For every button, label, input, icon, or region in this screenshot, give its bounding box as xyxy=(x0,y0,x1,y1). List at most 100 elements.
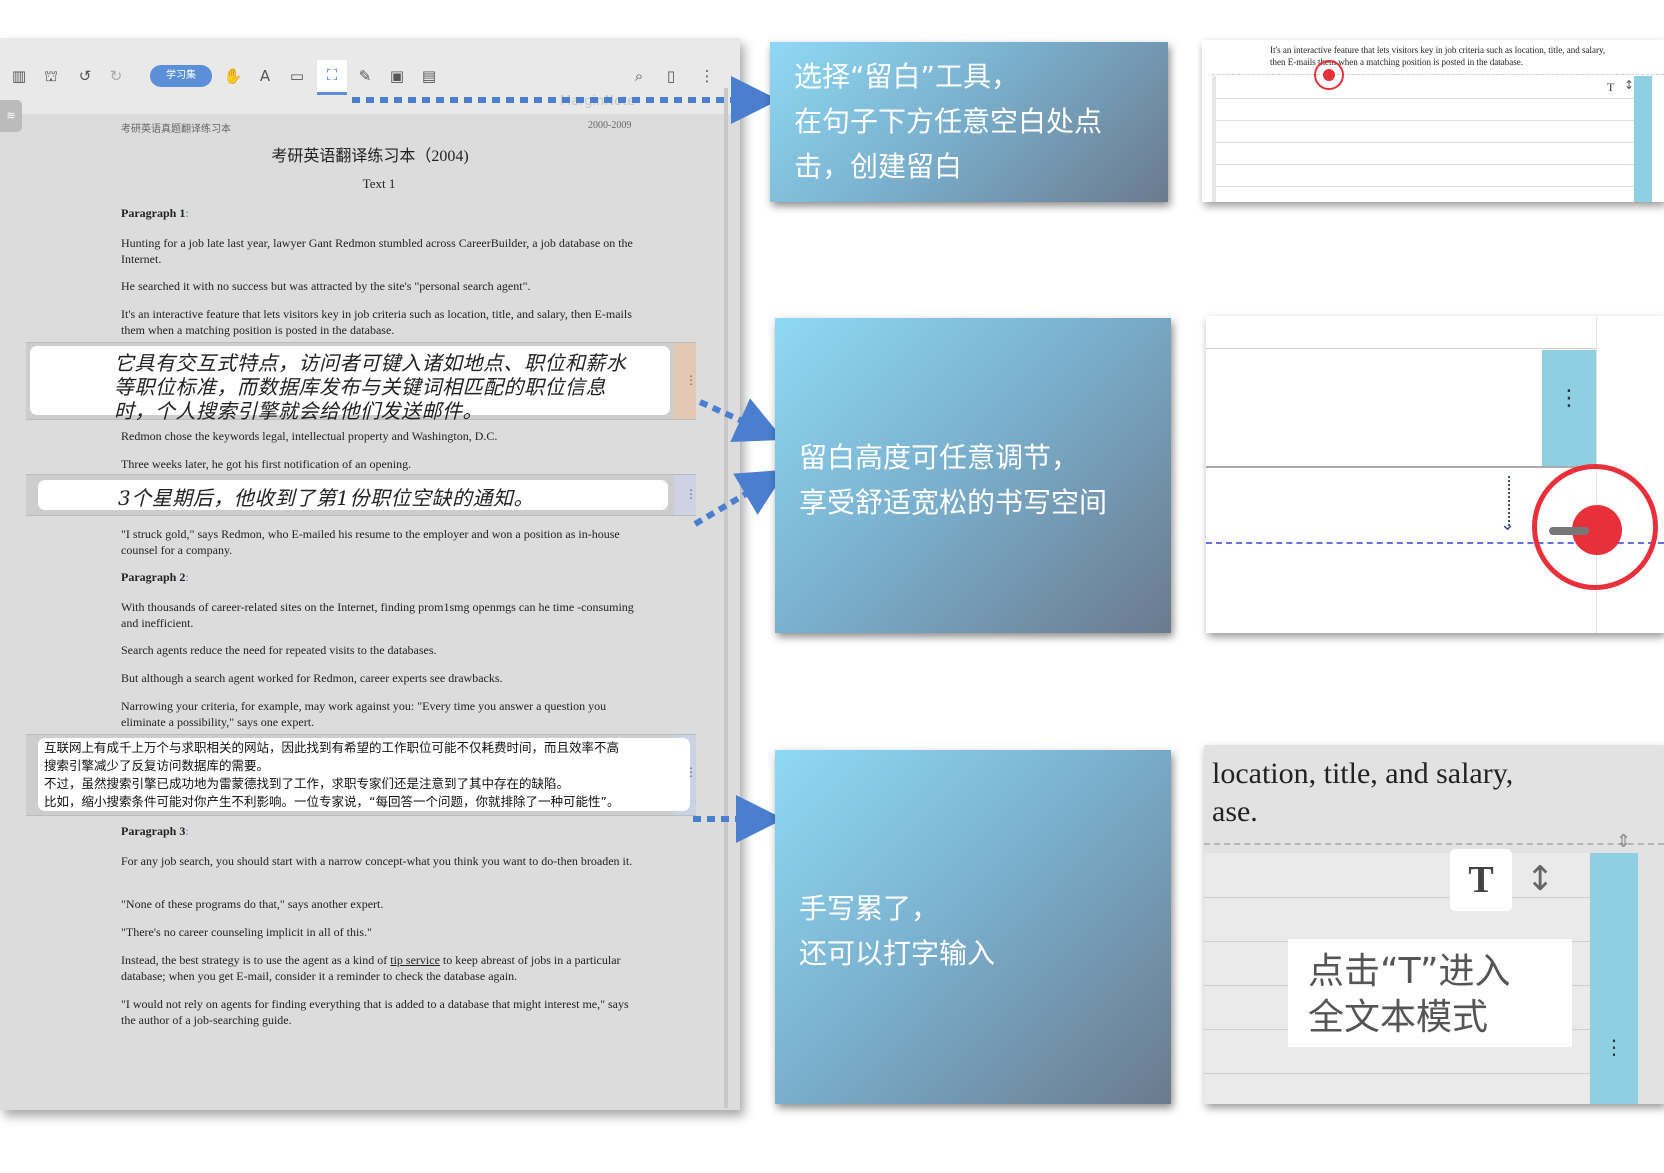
typed-line: 搜索引擎减少了反复访问数据库的需要。 xyxy=(44,758,270,773)
tooltip-text: 点击“T”进入 xyxy=(1308,951,1511,992)
margin-block[interactable]: ⋮ 它具有交互式特点，访问者可键入诸如地点、职位和薪水 等职位标准，而数据库发布… xyxy=(26,342,698,423)
textbox-icon[interactable]: ▣ xyxy=(386,65,408,87)
doc-title: 考研英语翻译练习本（2004) xyxy=(271,148,469,165)
info-text: 在句子下方任意空白处点 xyxy=(794,105,1103,138)
ruled-line xyxy=(1216,98,1646,99)
margin-card[interactable]: 3个星期后，他收到了第1份职位空缺的通知。 xyxy=(38,480,668,510)
tooltip: 点击“T”进入 全文本模式 xyxy=(1288,939,1572,1047)
sentence-text: Instead, the best strategy is to use the… xyxy=(121,953,391,967)
paragraph-label: Paragraph 2 xyxy=(121,570,189,585)
bookmark-icon[interactable]: ▯ xyxy=(660,65,682,87)
margin-menu-icon[interactable]: ⋮ xyxy=(684,373,698,387)
layers-tab[interactable]: ≋ xyxy=(0,100,22,132)
margin-block[interactable]: ⋮ 互联网上有成千上万个与求职相关的网站，因此找到有希望的工作职位可能不仅耗费时… xyxy=(26,734,697,816)
margin-card[interactable]: 互联网上有成千上万个与求职相关的网站，因此找到有希望的工作职位可能不仅耗费时间，… xyxy=(38,738,690,811)
typed-line: 比如，缩小搜索条件可能对你产生不利影响。一位专家说，“每回答一个问题，你就排除了… xyxy=(44,794,620,809)
app-window: ▥ ⛫ ↺ ↻ 学习集 ✋ A ▭ ⛶ ✎ ▣ ▤ ⌕ ▯ ⋮ ≋ Margin… xyxy=(0,38,740,1110)
sentence[interactable]: "There's no career counseling implicit i… xyxy=(121,924,641,940)
info-box-height: 留白高度可任意调节， 享受舒适宽松的书写空间 xyxy=(775,318,1171,633)
zoom-panel-resize: ⋮ ⌄ xyxy=(1206,316,1664,633)
tooltip-text: 全文本模式 xyxy=(1308,997,1489,1038)
ruled-line xyxy=(1204,1073,1590,1074)
image-icon[interactable]: ▤ xyxy=(418,65,440,87)
handwriting-line: 3个星期后，他收到了第1份职位空缺的通知。 xyxy=(118,486,534,510)
info-text: 留白高度可任意调节， xyxy=(799,441,1080,474)
pen-icon[interactable]: ✎ xyxy=(354,65,376,87)
typed-line: 不过，虽然搜索引擎已成功地为雷蒙德找到了工作，求职专家们还是注意到了其中存在的缺… xyxy=(44,776,570,791)
hand-icon[interactable]: ✋ xyxy=(222,65,244,87)
watermark: MarginNote xyxy=(560,94,636,109)
sentence[interactable]: For any job search, you should start wit… xyxy=(121,853,641,869)
sentence[interactable]: He searched it with no success but was a… xyxy=(121,278,641,294)
tap-indicator-dot xyxy=(1323,69,1335,81)
resize-icon[interactable]: ↕ xyxy=(1526,859,1555,899)
more-icon[interactable]: ⋮ xyxy=(696,65,718,87)
sentence[interactable]: Narrowing your criteria, for example, ma… xyxy=(121,698,641,730)
scrollbar[interactable] xyxy=(724,88,728,1108)
sentence[interactable]: Hunting for a job late last year, lawyer… xyxy=(121,235,641,267)
margin-top-edge xyxy=(1206,348,1596,349)
margin-card[interactable]: 它具有交互式特点，访问者可键入诸如地点、职位和薪水 等职位标准，而数据库发布与关… xyxy=(30,346,670,423)
margin-menu-icon[interactable]: ⋮ xyxy=(1546,386,1592,411)
sentence[interactable]: Instead, the best strategy is to use the… xyxy=(121,952,641,984)
text-mode-icon[interactable]: T xyxy=(1450,849,1512,911)
margin-block[interactable]: ⋮ 3个星期后，他收到了第1份职位空缺的通知。 xyxy=(26,474,698,516)
zoom-text: ase. xyxy=(1212,795,1258,828)
margin-boundary xyxy=(1212,74,1664,75)
library-icon[interactable]: ⛫ xyxy=(40,65,62,87)
doc-header-right: 2000-2009 xyxy=(588,120,632,131)
info-box-create: 选择“留白”工具， 在句子下方任意空白处点 击，创建留白 xyxy=(770,42,1168,202)
margin-menu-icon[interactable]: ⋮ xyxy=(684,487,698,501)
blank-space-icon[interactable]: ⛶ xyxy=(317,60,347,95)
ruled-line xyxy=(1216,186,1646,187)
rect-select-icon[interactable]: ▭ xyxy=(286,65,308,87)
info-text: 手写累了， xyxy=(799,892,940,925)
text-mode-icon[interactable]: T xyxy=(1607,80,1614,95)
sentence[interactable]: With thousands of career-related sites o… xyxy=(121,599,641,631)
info-text: 击，创建留白 xyxy=(794,150,963,183)
ruled-line xyxy=(1216,164,1646,165)
zoom-text: location, title, and salary, xyxy=(1212,757,1514,790)
resize-icon[interactable]: ↕ xyxy=(1624,78,1634,92)
drag-handle-bar[interactable] xyxy=(1549,527,1589,535)
resize-handle-icon[interactable]: ⇕ xyxy=(1616,831,1631,852)
doc-header-left: 考研英语真题翻译练习本 xyxy=(121,124,231,135)
highlight-icon[interactable]: A xyxy=(254,65,276,87)
zoom-panel-typing: location, title, and salary, ase. ⇕ ⋮ T … xyxy=(1204,745,1664,1104)
info-text: 还可以打字输入 xyxy=(799,937,996,970)
paragraph-label: Paragraph 1 xyxy=(121,206,189,221)
redo-icon[interactable]: ↻ xyxy=(105,65,127,87)
info-text: 选择“留白”工具， xyxy=(794,60,1020,93)
margin-boundary xyxy=(1204,843,1664,845)
margin-bottom-edge xyxy=(1206,466,1596,468)
info-box-typing: 手写累了， 还可以打字输入 xyxy=(775,750,1171,1104)
ruled-line xyxy=(1216,120,1646,121)
sentence[interactable]: "I would not rely on agents for finding … xyxy=(121,996,641,1028)
zoom-text: then E-mails them when a matching positi… xyxy=(1270,57,1523,67)
sentence[interactable]: But although a search agent worked for R… xyxy=(121,670,641,686)
arrow-down-icon: ⌄ xyxy=(1500,514,1516,535)
paragraph-label: Paragraph 3 xyxy=(121,824,189,839)
ruled-line xyxy=(1216,142,1646,143)
sentence[interactable]: Three weeks later, he got his first noti… xyxy=(121,456,641,472)
tip-service-link[interactable]: tip service xyxy=(390,953,440,967)
doc-subtitle: Text 1 xyxy=(362,176,396,191)
zoom-panel-create: It's an interactive feature that lets vi… xyxy=(1202,40,1664,202)
info-text: 享受舒适宽松的书写空间 xyxy=(799,486,1108,519)
typed-line: 互联网上有成千上万个与求职相关的网站，因此找到有希望的工作职位可能不仅耗费时间，… xyxy=(44,740,620,755)
sentence[interactable]: It's an interactive feature that lets vi… xyxy=(121,306,641,338)
margin-menu-icon[interactable]: ⋮ xyxy=(1590,1035,1638,1059)
sentence[interactable]: "None of these programs do that," says a… xyxy=(121,896,641,912)
search-doc-icon[interactable]: ⌕ xyxy=(628,65,650,87)
margin-handle[interactable] xyxy=(1634,76,1652,202)
undo-icon[interactable]: ↺ xyxy=(74,65,96,87)
zoom-text: It's an interactive feature that lets vi… xyxy=(1270,45,1606,55)
study-set-button[interactable]: 学习集 xyxy=(150,65,212,87)
sentence[interactable]: Search agents reduce the need for repeat… xyxy=(121,642,641,658)
sentence[interactable]: Redmon chose the keywords legal, intelle… xyxy=(121,428,641,444)
sidebar-icon[interactable]: ▥ xyxy=(8,65,30,87)
margin-edge xyxy=(1212,76,1216,202)
handwriting-line: 时，个人搜索引擎就会给他们发送邮件。 xyxy=(114,399,483,423)
sentence[interactable]: "I struck gold," says Redmon, who E-mail… xyxy=(121,526,641,558)
margin-handle[interactable] xyxy=(1590,853,1638,1104)
